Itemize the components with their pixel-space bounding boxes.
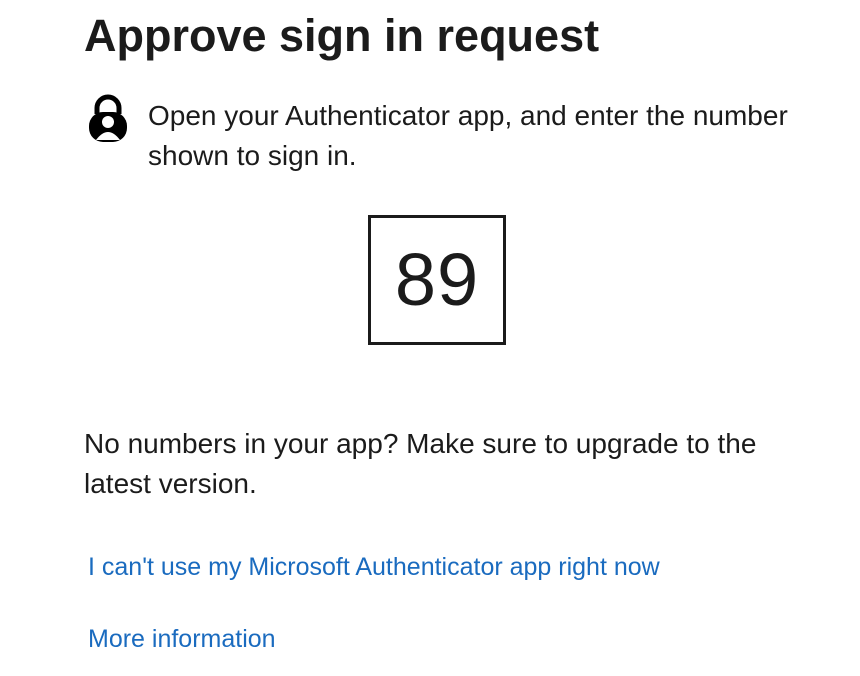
more-information-link[interactable]: More information (88, 622, 276, 656)
instruction-text: Open your Authenticator app, and enter t… (148, 100, 788, 171)
page-title: Approve sign in request (84, 10, 600, 61)
verification-number-box: 89 (368, 215, 506, 345)
verification-number: 89 (394, 238, 480, 321)
authenticator-lock-icon (86, 94, 130, 144)
upgrade-notice: No numbers in your app? Make sure to upg… (84, 428, 757, 499)
instruction-row: Open your Authenticator app, and enter t… (86, 94, 788, 174)
cant-use-authenticator-link[interactable]: I can't use my Microsoft Authenticator a… (88, 550, 660, 584)
